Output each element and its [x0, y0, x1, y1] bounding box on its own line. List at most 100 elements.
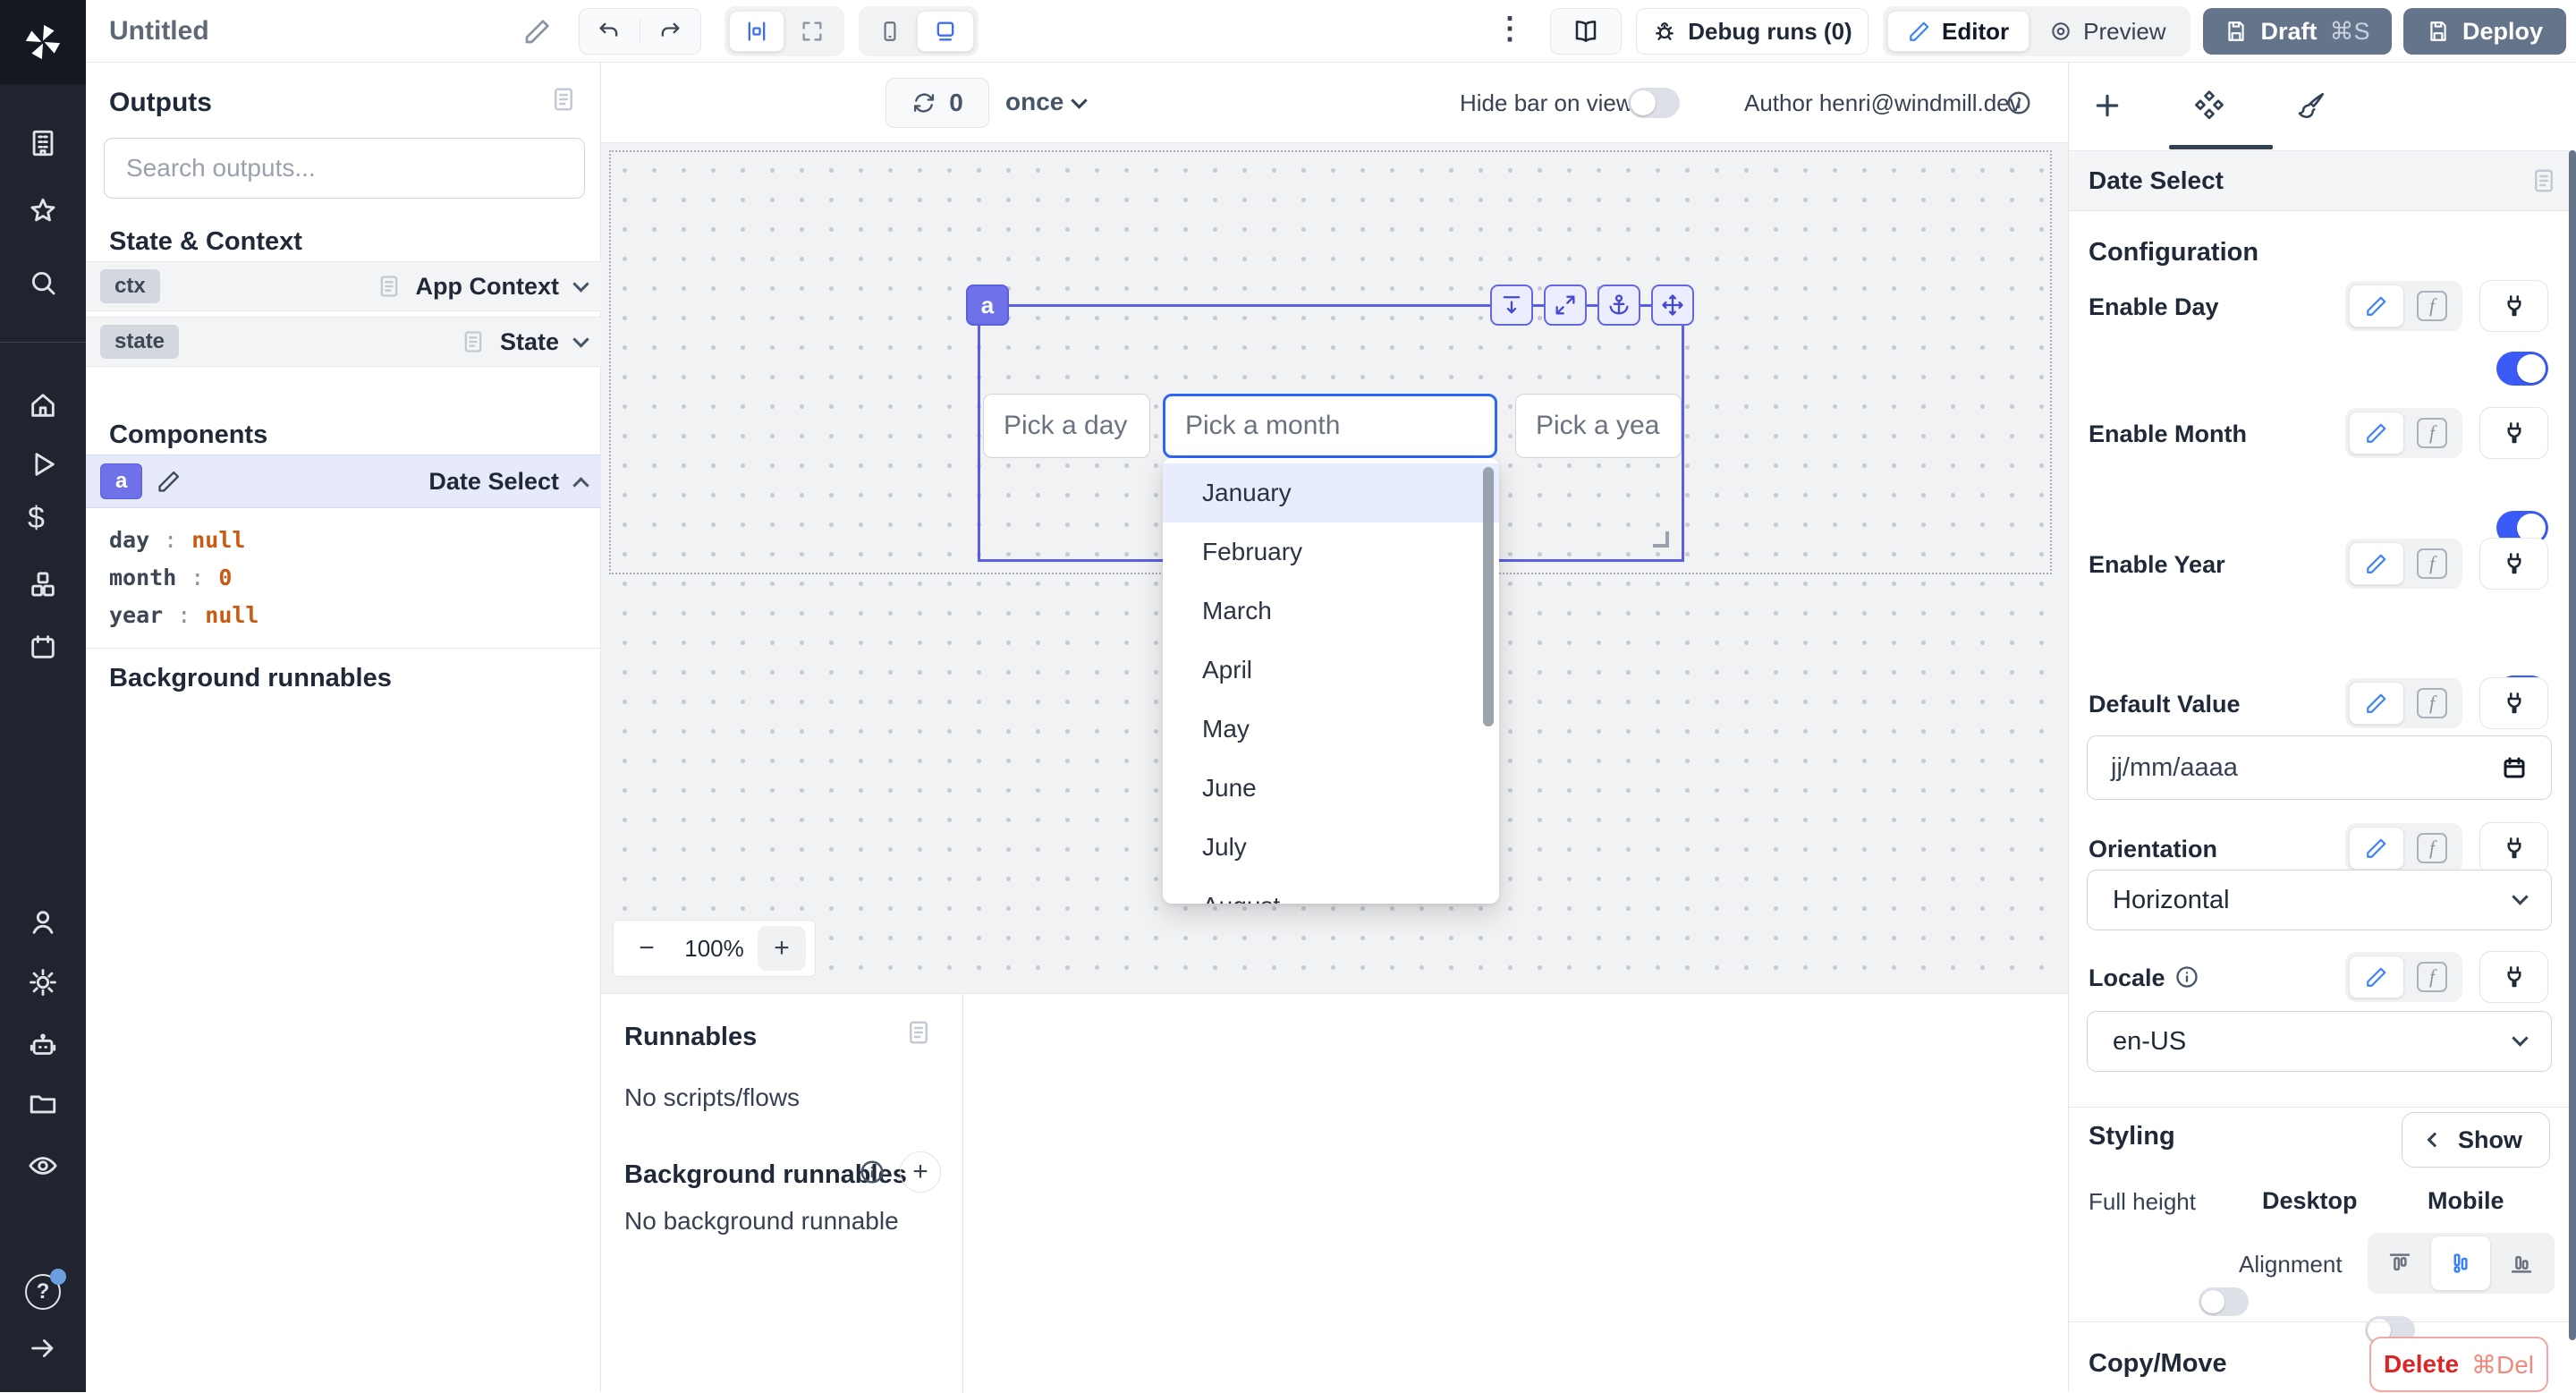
- component-a-row[interactable]: a Date Select: [86, 454, 601, 508]
- full-height-toggle[interactable]: [2199, 1287, 2249, 1316]
- dropdown-option[interactable]: March: [1163, 582, 1499, 641]
- add-background-runnable-button[interactable]: +: [900, 1151, 941, 1193]
- info-icon[interactable]: [2174, 964, 2199, 990]
- app-canvas[interactable]: a January February March April May June …: [601, 143, 2068, 993]
- runnables-doc-icon[interactable]: [905, 1019, 932, 1046]
- default-value-connect-button[interactable]: [2479, 677, 2548, 729]
- tab-styling[interactable]: [2280, 63, 2343, 149]
- desktop-view-button[interactable]: [917, 11, 974, 52]
- rename-pencil-icon[interactable]: [157, 469, 182, 494]
- help-button[interactable]: ?: [25, 1274, 61, 1310]
- app-title[interactable]: Untitled: [109, 16, 209, 47]
- day-input[interactable]: [983, 394, 1150, 458]
- info-icon[interactable]: [2005, 89, 2032, 116]
- resize-handle[interactable]: [1653, 531, 1669, 548]
- chevron-up-icon[interactable]: [572, 477, 589, 493]
- more-menu-button[interactable]: ⋮: [1495, 11, 1525, 47]
- dropdown-option[interactable]: May: [1163, 700, 1499, 759]
- windmill-logo[interactable]: [0, 0, 86, 84]
- settings-doc-icon[interactable]: [2530, 167, 2557, 194]
- function-mode-button[interactable]: f: [2417, 962, 2447, 992]
- static-mode-pencil-button[interactable]: [2349, 412, 2404, 454]
- center-layout-button[interactable]: [729, 11, 784, 52]
- mobile-view-button[interactable]: [863, 11, 917, 52]
- folders-icon[interactable]: [28, 1088, 58, 1118]
- draft-button[interactable]: Draft ⌘S: [2203, 8, 2392, 55]
- favorites-icon[interactable]: [28, 196, 58, 226]
- search-outputs-input[interactable]: [104, 138, 585, 199]
- editor-tab[interactable]: Editor: [1887, 11, 2029, 52]
- docs-button[interactable]: [1550, 8, 1622, 55]
- fullscreen-layout-button[interactable]: [784, 11, 840, 52]
- default-value-date-input[interactable]: jj/mm/aaaa: [2087, 735, 2552, 800]
- anchor-button[interactable]: [1597, 285, 1640, 326]
- enable-day-toggle[interactable]: [2496, 352, 2548, 386]
- expand-rail-icon[interactable]: [28, 1333, 58, 1363]
- settings-icon[interactable]: [28, 967, 58, 998]
- enable-day-connect-button[interactable]: [2479, 280, 2548, 332]
- dropdown-option[interactable]: January: [1163, 463, 1499, 522]
- chevron-down-icon[interactable]: [1071, 92, 1087, 108]
- search-icon[interactable]: [28, 268, 58, 298]
- schedules-icon[interactable]: [28, 632, 58, 662]
- home-icon[interactable]: [28, 390, 58, 420]
- expand-component-button[interactable]: [1544, 285, 1587, 326]
- function-mode-button[interactable]: f: [2417, 688, 2447, 718]
- deploy-button[interactable]: Deploy: [2403, 8, 2566, 55]
- calendar-icon[interactable]: [2501, 754, 2528, 781]
- debug-runs-button[interactable]: Debug runs (0): [1636, 8, 1868, 55]
- outputs-doc-icon[interactable]: [550, 86, 577, 113]
- run-mode-select[interactable]: once: [1005, 88, 1063, 116]
- state-row[interactable]: state State: [86, 317, 601, 367]
- orientation-connect-button[interactable]: [2479, 822, 2548, 874]
- static-mode-pencil-button[interactable]: [2349, 285, 2404, 327]
- ctx-row[interactable]: ctx App Context: [86, 261, 601, 311]
- move-component-button[interactable]: [1651, 285, 1694, 326]
- align-center-button[interactable]: [2431, 1236, 2490, 1290]
- zoom-in-button[interactable]: +: [758, 926, 806, 971]
- settings-scrollbar[interactable]: [2569, 150, 2576, 1340]
- edit-title-pencil-icon[interactable]: [523, 17, 552, 46]
- year-input[interactable]: [1515, 394, 1682, 458]
- locale-select[interactable]: en-US: [2087, 1011, 2552, 1072]
- dropdown-option[interactable]: June: [1163, 759, 1499, 818]
- workspace-icon[interactable]: [28, 128, 58, 158]
- enable-year-connect-button[interactable]: [2479, 538, 2548, 590]
- static-mode-pencil-button[interactable]: [2349, 682, 2404, 725]
- orientation-select[interactable]: Horizontal: [2087, 870, 2552, 930]
- align-bottom-button[interactable]: [2492, 1236, 2551, 1290]
- state-doc-icon[interactable]: [461, 329, 486, 354]
- chevron-down-icon[interactable]: [572, 276, 589, 292]
- hide-bar-toggle[interactable]: [1628, 88, 1680, 118]
- users-icon[interactable]: [28, 907, 58, 938]
- function-mode-button[interactable]: f: [2417, 833, 2447, 863]
- enable-month-connect-button[interactable]: [2479, 407, 2548, 459]
- tab-add-component[interactable]: [2076, 63, 2139, 149]
- zoom-out-button[interactable]: −: [623, 926, 671, 971]
- fit-height-button[interactable]: [1490, 285, 1533, 326]
- dropdown-option[interactable]: July: [1163, 818, 1499, 877]
- month-input[interactable]: [1163, 394, 1497, 458]
- component-badge[interactable]: a: [966, 285, 1009, 326]
- static-mode-pencil-button[interactable]: [2349, 827, 2404, 870]
- resources-icon[interactable]: [28, 569, 58, 599]
- refresh-count-button[interactable]: 0: [886, 78, 989, 128]
- info-icon[interactable]: [859, 1159, 886, 1185]
- audit-eye-icon[interactable]: [28, 1151, 58, 1181]
- chevron-down-icon[interactable]: [572, 331, 589, 347]
- dropdown-option[interactable]: August: [1163, 877, 1499, 904]
- locale-connect-button[interactable]: [2479, 951, 2548, 1003]
- runs-icon[interactable]: [28, 449, 58, 480]
- preview-tab[interactable]: Preview: [2029, 11, 2185, 52]
- ctx-doc-icon[interactable]: [377, 274, 402, 299]
- function-mode-button[interactable]: f: [2417, 291, 2447, 321]
- show-styling-button[interactable]: Show: [2402, 1112, 2550, 1168]
- variables-icon[interactable]: $: [28, 501, 58, 531]
- static-mode-pencil-button[interactable]: [2349, 542, 2404, 585]
- function-mode-button[interactable]: f: [2417, 548, 2447, 579]
- undo-button[interactable]: [580, 19, 640, 44]
- dropdown-option[interactable]: February: [1163, 522, 1499, 582]
- dropdown-option[interactable]: April: [1163, 641, 1499, 700]
- static-mode-pencil-button[interactable]: [2349, 956, 2404, 998]
- delete-component-button[interactable]: Delete ⌘Del: [2369, 1337, 2548, 1392]
